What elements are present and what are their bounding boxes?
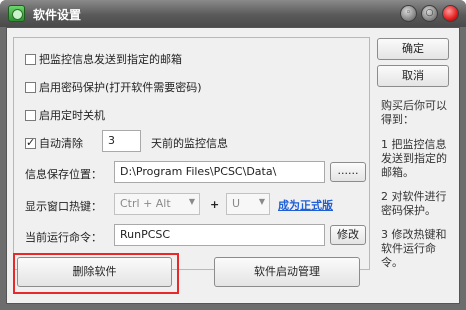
auto-clear-label: 自动清除 [39,137,83,150]
option-send-email[interactable]: 把监控信息发送到指定的邮箱 [25,51,182,67]
dialog-body: 把监控信息发送到指定的邮箱 启用密码保护(打开软件需要密码) 启用定时关机 自动… [6,27,460,304]
hotkey-plus: + [210,198,220,211]
auto-clear-checkbox[interactable] [25,136,36,149]
side-intro: 购买后你可以得到： [381,99,447,126]
side-item-2: 2 对软件进行密码保护。 [381,190,447,217]
browse-button[interactable]: ...... [330,162,366,182]
auto-clear-suffix: 天前的监控信息 [151,137,228,150]
save-location-input[interactable]: D:\Program Files\PCSC\Data\ [114,161,325,183]
option-scheduled-shutdown[interactable]: 启用定时关机 [25,107,105,123]
app-logo-icon [8,5,25,22]
cancel-button[interactable]: 取消 [377,65,449,87]
run-command-label: 当前运行命令： [25,231,102,244]
hotkey-key-value: U [232,197,241,210]
edit-command-button[interactable]: 修改 [330,225,366,245]
option-password-protect[interactable]: 启用密码保护(打开软件需要密码) [25,79,202,95]
restore-button[interactable]: ○ [421,5,438,22]
settings-window: 软件设置 ◦ ○ 把监控信息发送到指定的邮箱 启用密码保护(打开软件需要密码) … [0,0,466,310]
title-bar[interactable]: 软件设置 ◦ ○ [0,0,466,27]
auto-clear-days-input[interactable]: 3 [102,130,141,152]
register-link[interactable]: 成为正式版 [278,197,333,213]
minimize-button[interactable]: ◦ [400,5,417,22]
send-email-checkbox[interactable] [25,53,36,65]
scheduled-shutdown-label: 启用定时关机 [39,109,105,122]
close-button[interactable] [442,5,459,22]
startup-manager-button[interactable]: 软件启动管理 [214,257,360,287]
hotkey-label: 显示窗口热键： [25,200,102,213]
run-command-input[interactable]: RunPCSC [114,224,325,246]
option-auto-clear[interactable]: 自动清除 [25,135,83,151]
window-title: 软件设置 [33,8,82,22]
hotkey-key-select[interactable]: U ▼ [226,193,270,215]
chevron-down-icon: ▼ [188,197,195,206]
password-protect-checkbox[interactable] [25,81,36,93]
side-item-3: 3 修改热键和软件运行命令。 [381,228,447,269]
hotkey-modifier-select[interactable]: Ctrl + Alt ▼ [114,193,200,215]
save-location-label: 信息保存位置： [25,168,102,181]
scheduled-shutdown-checkbox[interactable] [25,109,36,121]
side-item-1: 1 把监控信息发送到指定的邮箱。 [381,138,447,179]
password-protect-label: 启用密码保护(打开软件需要密码) [39,81,202,94]
ok-button[interactable]: 确定 [377,38,449,60]
send-email-label: 把监控信息发送到指定的邮箱 [39,53,182,66]
delete-button-highlight [13,253,179,294]
hotkey-modifier-value: Ctrl + Alt [120,197,171,210]
settings-group: 把监控信息发送到指定的邮箱 启用密码保护(打开软件需要密码) 启用定时关机 自动… [13,37,370,270]
chevron-down-icon: ▼ [258,197,265,206]
